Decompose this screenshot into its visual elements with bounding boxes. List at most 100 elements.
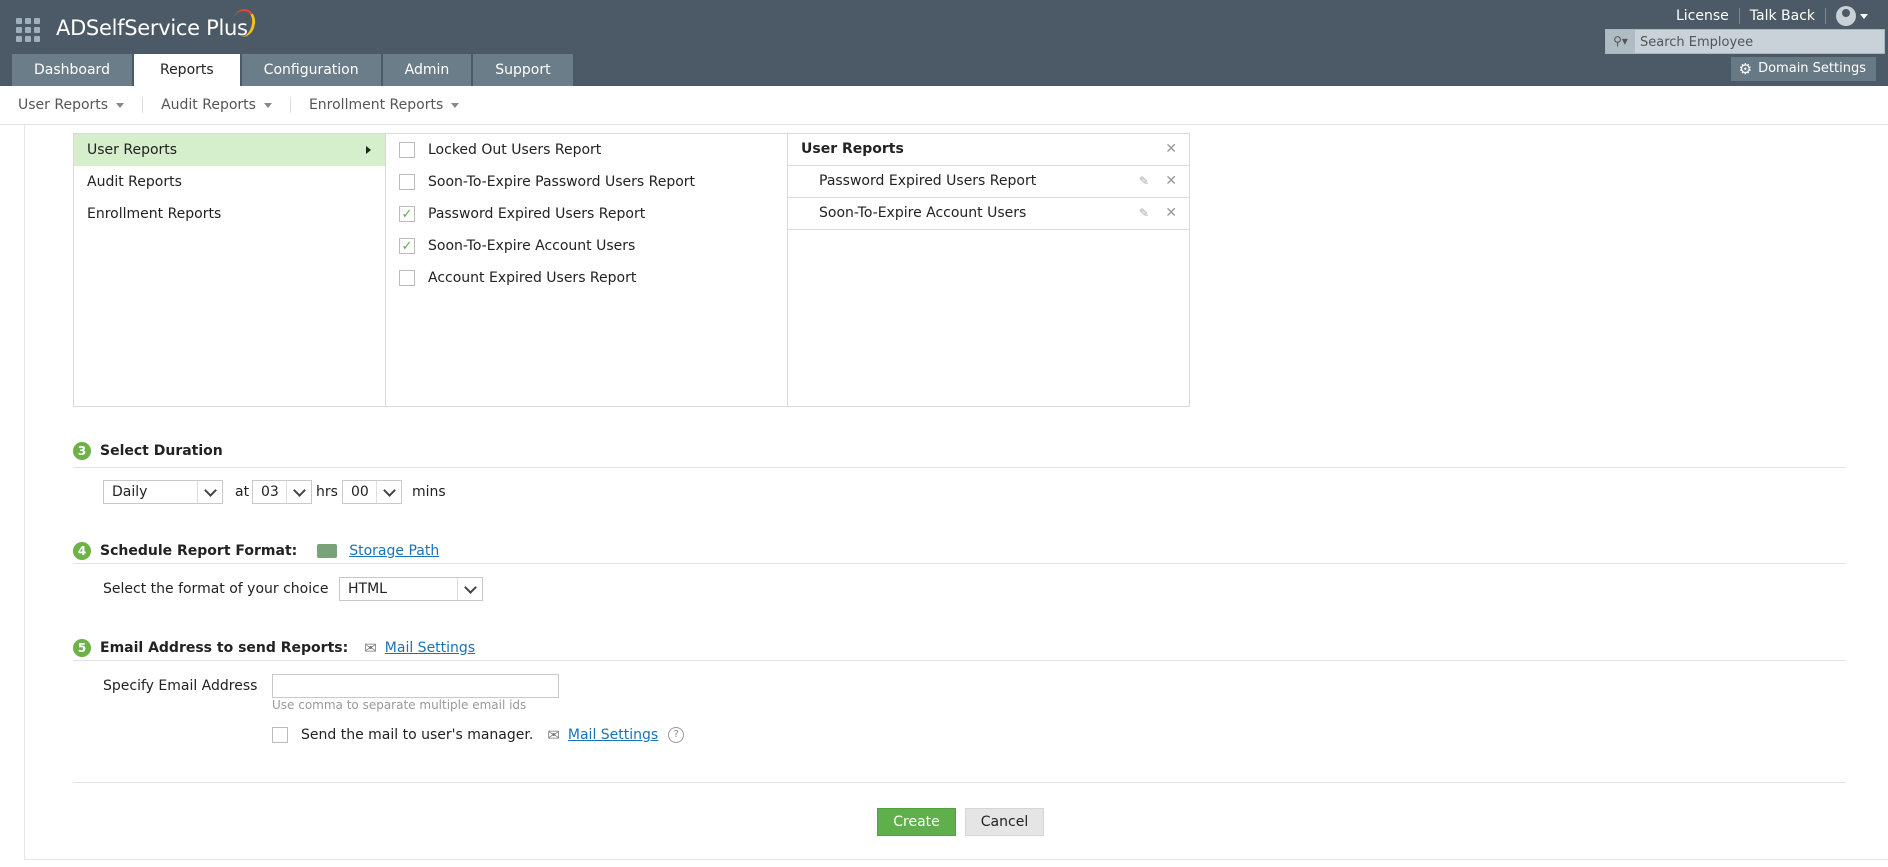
manager-mail-settings-link[interactable]: Mail Settings [568, 727, 658, 743]
cancel-button[interactable]: Cancel [965, 808, 1044, 836]
report-item[interactable]: ✓ Soon-To-Expire Account Users [386, 230, 787, 262]
chevron-down-icon [116, 102, 125, 108]
selected-reports-title: User Reports [801, 141, 904, 157]
chevron-down-icon [376, 481, 401, 503]
talk-back-link[interactable]: Talk Back [1740, 8, 1825, 24]
email-input[interactable] [272, 674, 559, 698]
step-number: 4 [73, 542, 91, 560]
format-value: HTML [348, 581, 387, 597]
report-checkbox[interactable]: ✓ [399, 206, 415, 222]
section-heading: Email Address to send Reports: [100, 640, 349, 656]
tab-admin[interactable]: Admin [382, 54, 472, 86]
email-section-title: 5 Email Address to send Reports: ✉ Mail … [73, 639, 475, 657]
report-item[interactable]: Account Expired Users Report [386, 262, 787, 294]
top-links: License Talk Back [1666, 6, 1868, 26]
subnav-label: User Reports [18, 97, 109, 113]
manager-label: Send the mail to user's manager. [301, 727, 534, 743]
hours-select[interactable]: 03 [252, 480, 312, 504]
storage-path-link[interactable]: Storage Path [349, 543, 439, 559]
domain-settings-button[interactable]: ⚙ Domain Settings [1730, 57, 1876, 81]
search-input[interactable] [1638, 32, 1882, 52]
section-heading: Schedule Report Format: [100, 543, 298, 559]
format-select[interactable]: HTML [339, 577, 483, 601]
report-selection-panel: User Reports Audit Reports Enrollment Re… [73, 133, 1190, 407]
chevron-down-icon [263, 102, 272, 108]
report-item[interactable]: ✓ Password Expired Users Report [386, 198, 787, 230]
duration-section-title: 3 Select Duration [73, 442, 223, 460]
report-label: Locked Out Users Report [428, 142, 602, 158]
storage-icon [317, 544, 338, 558]
remove-icon[interactable]: ✕ [1165, 166, 1177, 197]
search-icon[interactable]: ⚲▾ [1606, 30, 1635, 53]
category-list: User Reports Audit Reports Enrollment Re… [74, 134, 386, 406]
sub-navigation: User Reports Audit Reports Enrollment Re… [0, 86, 1888, 125]
email-label: Specify Email Address [103, 678, 258, 694]
chevron-down-icon[interactable] [1860, 13, 1868, 19]
report-list: Locked Out Users Report Soon-To-Expire P… [386, 134, 788, 406]
subnav-audit-reports[interactable]: Audit Reports [143, 97, 291, 113]
license-link[interactable]: License [1666, 8, 1739, 24]
help-icon[interactable]: ? [668, 727, 685, 743]
selected-reports: User Reports ✕ Password Expired Users Re… [788, 134, 1189, 406]
remove-icon[interactable]: ✕ [1165, 198, 1177, 229]
selected-report-item: Soon-To-Expire Account Users ✎ ✕ [788, 198, 1189, 230]
employee-search: ⚲▾ [1605, 29, 1885, 54]
edit-icon[interactable]: ✎ [1139, 166, 1149, 197]
tab-support[interactable]: Support [473, 54, 573, 86]
mail-settings-link[interactable]: Mail Settings [385, 640, 475, 656]
report-label: Soon-To-Expire Account Users [428, 238, 636, 254]
category-enrollment-reports[interactable]: Enrollment Reports [74, 198, 385, 230]
selected-report-item: Password Expired Users Report ✎ ✕ [788, 166, 1189, 198]
checkmark-icon: ✓ [401, 238, 413, 254]
section-heading: Select Duration [100, 443, 223, 459]
tab-reports[interactable]: Reports [133, 54, 240, 86]
checkmark-icon: ✓ [401, 206, 413, 222]
app-grid-icon[interactable] [16, 18, 40, 42]
close-icon[interactable]: ✕ [1165, 134, 1177, 165]
divider [73, 660, 1846, 661]
gear-icon: ⚙ [1738, 60, 1753, 78]
main-tabs: Dashboard Reports Configuration Admin Su… [12, 54, 575, 86]
divider [73, 563, 1846, 564]
report-item[interactable]: Locked Out Users Report [386, 134, 787, 166]
report-label: Soon-To-Expire Password Users Report [428, 174, 696, 190]
manager-checkbox[interactable] [272, 727, 288, 743]
divider [73, 467, 1846, 468]
minutes-value: 00 [351, 484, 369, 500]
mail-settings-icon: ✉ [547, 726, 560, 744]
chevron-down-icon [451, 102, 460, 108]
subnav-enrollment-reports[interactable]: Enrollment Reports [291, 97, 477, 113]
tab-configuration[interactable]: Configuration [241, 54, 381, 86]
format-section-title: 4 Schedule Report Format: Storage Path [73, 542, 439, 560]
subnav-user-reports[interactable]: User Reports [0, 97, 144, 113]
report-label: Account Expired Users Report [428, 270, 637, 286]
report-checkbox[interactable] [399, 174, 415, 190]
divider [1825, 8, 1826, 24]
hrs-label: hrs [316, 484, 338, 500]
selected-reports-header: User Reports ✕ [788, 134, 1189, 166]
create-button[interactable]: Create [877, 808, 956, 836]
frequency-select[interactable]: Daily [103, 480, 223, 504]
report-checkbox[interactable]: ✓ [399, 238, 415, 254]
frequency-value: Daily [112, 484, 148, 500]
chevron-down-icon [457, 578, 482, 600]
user-avatar-icon[interactable] [1836, 6, 1856, 26]
top-header: ADSelfService Plus License Talk Back ⚲▾ … [0, 0, 1888, 86]
category-user-reports[interactable]: User Reports [74, 134, 385, 166]
category-audit-reports[interactable]: Audit Reports [74, 166, 385, 198]
report-checkbox[interactable] [399, 270, 415, 286]
selected-report-label: Soon-To-Expire Account Users [819, 205, 1027, 221]
email-hint: Use comma to separate multiple email ids [272, 698, 527, 712]
chevron-right-icon [366, 146, 371, 154]
report-item[interactable]: Soon-To-Expire Password Users Report [386, 166, 787, 198]
mail-settings-icon: ✉ [364, 639, 377, 657]
domain-settings-label: Domain Settings [1758, 61, 1866, 76]
minutes-select[interactable]: 00 [342, 480, 402, 504]
edit-icon[interactable]: ✎ [1139, 198, 1149, 229]
report-checkbox[interactable] [399, 142, 415, 158]
tab-dashboard[interactable]: Dashboard [12, 54, 132, 86]
chevron-down-icon [286, 481, 311, 503]
selected-report-label: Password Expired Users Report [819, 173, 1037, 189]
at-label: at [235, 484, 250, 500]
divider [73, 782, 1846, 783]
